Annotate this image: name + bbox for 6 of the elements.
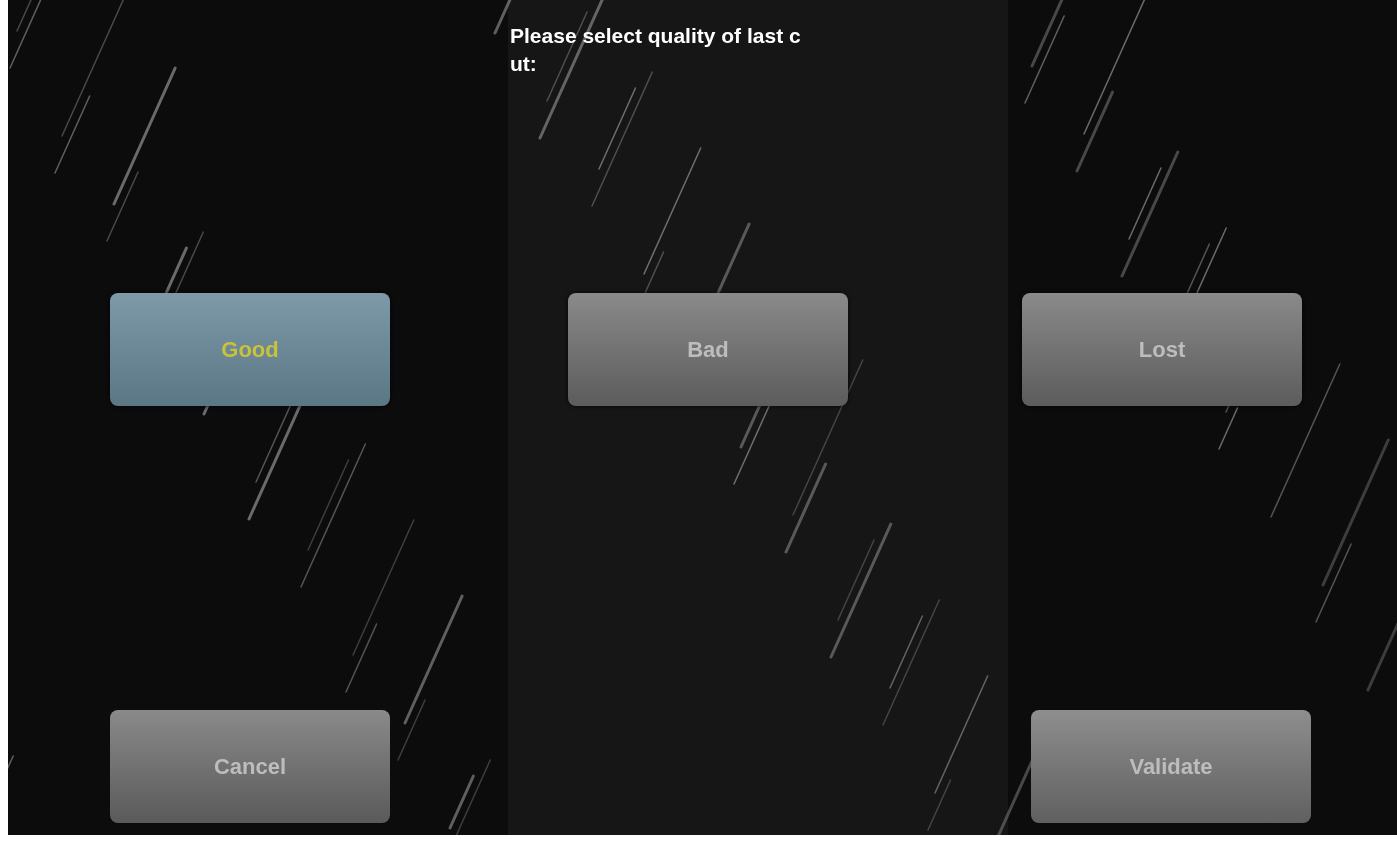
quality-button[interactable]: Lost (1022, 293, 1302, 406)
quality-button[interactable]: Bad (568, 293, 848, 406)
quality-button[interactable]: Good (110, 293, 390, 406)
validate-button[interactable]: Validate (1031, 710, 1311, 823)
cancel-button[interactable]: Cancel (110, 710, 390, 823)
prompt-text: Please select quality of last c ut: (510, 23, 802, 77)
